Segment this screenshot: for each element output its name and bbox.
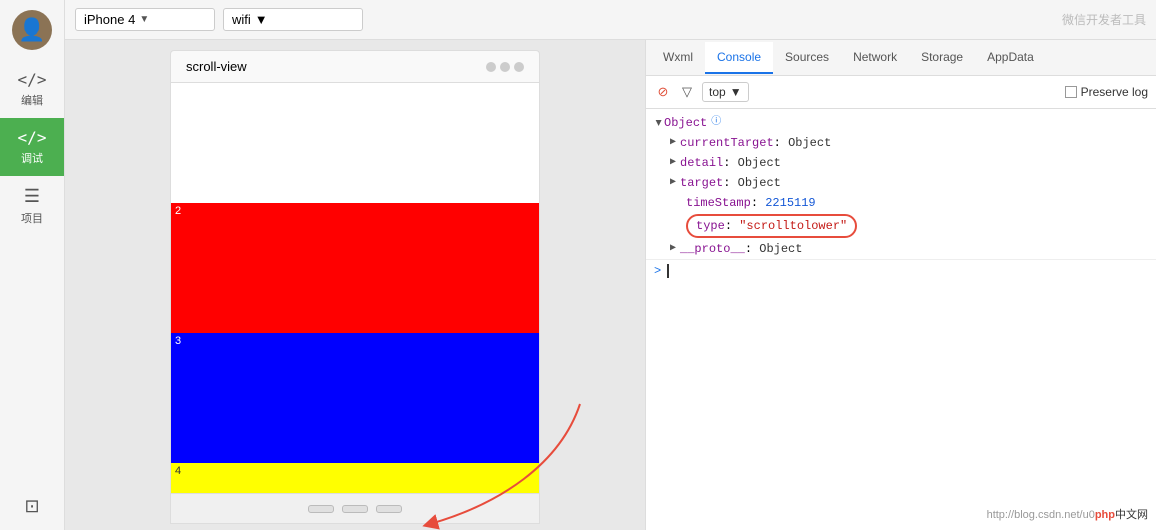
type-highlight-box: type: "scrolltolower" <box>686 214 857 238</box>
prop-detail[interactable]: ▶ detail: Object <box>646 153 1156 173</box>
dot-2 <box>500 62 510 72</box>
phone-white-section <box>171 83 539 203</box>
console-object-root[interactable]: ▶ Object ⓘ <box>646 113 1156 133</box>
project-icon: ☰ <box>24 186 40 207</box>
tab-wxml[interactable]: Wxml <box>651 42 705 74</box>
object-label: Object <box>664 114 707 132</box>
dot-3 <box>514 62 524 72</box>
wifi-arrow-icon: ▼ <box>255 12 268 27</box>
sidebar-item-project[interactable]: ☰ 项目 <box>0 176 64 236</box>
prop-type: type: "scrolltolower" <box>646 213 1156 239</box>
phone-btn-3[interactable] <box>376 505 402 513</box>
filter-icon[interactable]: ▽ <box>678 83 696 101</box>
phone-screen: 2 3 4 <box>170 82 540 494</box>
watermark: http://blog.csdn.net/u0php中文网 <box>987 506 1148 522</box>
sidebar-item-edit-label: 编辑 <box>21 92 43 108</box>
console-cursor <box>667 264 669 278</box>
devtools-panel: Wxml Console Sources Network Storage App… <box>645 40 1156 530</box>
phone-btn-2[interactable] <box>342 505 368 513</box>
phone-btn-1[interactable] <box>308 505 334 513</box>
prop-proto[interactable]: ▶ __proto__: Object <box>646 239 1156 259</box>
phone-blue-section: 3 <box>171 333 539 463</box>
wifi-selector[interactable]: wifi ▼ <box>223 8 363 31</box>
avatar: 👤 <box>12 10 52 50</box>
red-num: 2 <box>175 205 181 217</box>
sidebar-item-extra[interactable]: ⊡ <box>0 486 64 530</box>
expand-currenttarget[interactable]: ▶ <box>670 134 676 152</box>
topbar-title: 微信开发者工具 <box>371 11 1146 28</box>
expand-proto[interactable]: ▶ <box>670 240 676 258</box>
phone-yellow-section: 4 <box>171 463 539 493</box>
tab-sources[interactable]: Sources <box>773 42 841 74</box>
tab-storage[interactable]: Storage <box>909 42 975 74</box>
prop-timestamp: timeStamp: 2215119 <box>646 193 1156 213</box>
preserve-log-checkbox[interactable] <box>1065 86 1077 98</box>
phone-emulator: scroll-view 2 3 4 <box>65 40 645 530</box>
phone-header-title: scroll-view <box>186 59 247 74</box>
devtools-tabs: Wxml Console Sources Network Storage App… <box>646 40 1156 76</box>
prop-target[interactable]: ▶ target: Object <box>646 173 1156 193</box>
prop-currenttarget[interactable]: ▶ currentTarget: Object <box>646 133 1156 153</box>
extra-icon: ⊡ <box>24 496 39 517</box>
wifi-label: wifi <box>232 12 251 27</box>
devtools-toolbar: ⊘ ▽ top ▼ Preserve log <box>646 76 1156 109</box>
tab-appdata[interactable]: AppData <box>975 42 1046 74</box>
phone-bottom-bar <box>170 494 540 524</box>
device-label: iPhone 4 <box>84 12 135 27</box>
dot-1 <box>486 62 496 72</box>
sidebar-item-edit[interactable]: </> 编辑 <box>0 60 64 118</box>
stop-icon[interactable]: ⊘ <box>654 83 672 101</box>
topbar: iPhone 4 ▼ wifi ▼ 微信开发者工具 <box>65 0 1156 40</box>
yellow-num: 4 <box>175 465 181 477</box>
main-area: iPhone 4 ▼ wifi ▼ 微信开发者工具 scroll-view <box>65 0 1156 530</box>
expand-detail[interactable]: ▶ <box>670 154 676 172</box>
console-input-area[interactable]: > <box>646 259 1156 282</box>
edit-icon: </> <box>18 70 47 89</box>
sidebar-item-debug[interactable]: </> 调试 <box>0 118 64 176</box>
content-area: scroll-view 2 3 4 <box>65 40 1156 530</box>
phone-header: scroll-view <box>170 50 540 82</box>
expand-arrow-root[interactable]: ▶ <box>648 120 666 126</box>
blue-num: 3 <box>175 335 181 347</box>
preserve-log-label: Preserve log <box>1065 85 1148 99</box>
tab-network[interactable]: Network <box>841 42 909 74</box>
phone-header-dots <box>486 62 524 72</box>
expand-target[interactable]: ▶ <box>670 174 676 192</box>
console-output: ▶ Object ⓘ ▶ currentTarget: Object ▶ det… <box>646 109 1156 530</box>
console-prompt: > <box>654 264 661 278</box>
context-label: top <box>709 85 726 99</box>
context-selector[interactable]: top ▼ <box>702 82 749 102</box>
sidebar: 👤 </> 编辑 </> 调试 ☰ 项目 ⊡ <box>0 0 65 530</box>
tab-console[interactable]: Console <box>705 42 773 74</box>
phone-wrapper: scroll-view 2 3 4 <box>170 50 540 524</box>
device-selector[interactable]: iPhone 4 ▼ <box>75 8 215 31</box>
phone-red-section: 2 <box>171 203 539 333</box>
debug-icon: </> <box>18 128 47 147</box>
sidebar-item-debug-label: 调试 <box>21 150 43 166</box>
sidebar-item-project-label: 项目 <box>21 210 43 226</box>
device-arrow-icon: ▼ <box>139 14 149 25</box>
object-info-icon: ⓘ <box>711 114 721 132</box>
context-arrow-icon: ▼ <box>730 85 742 99</box>
